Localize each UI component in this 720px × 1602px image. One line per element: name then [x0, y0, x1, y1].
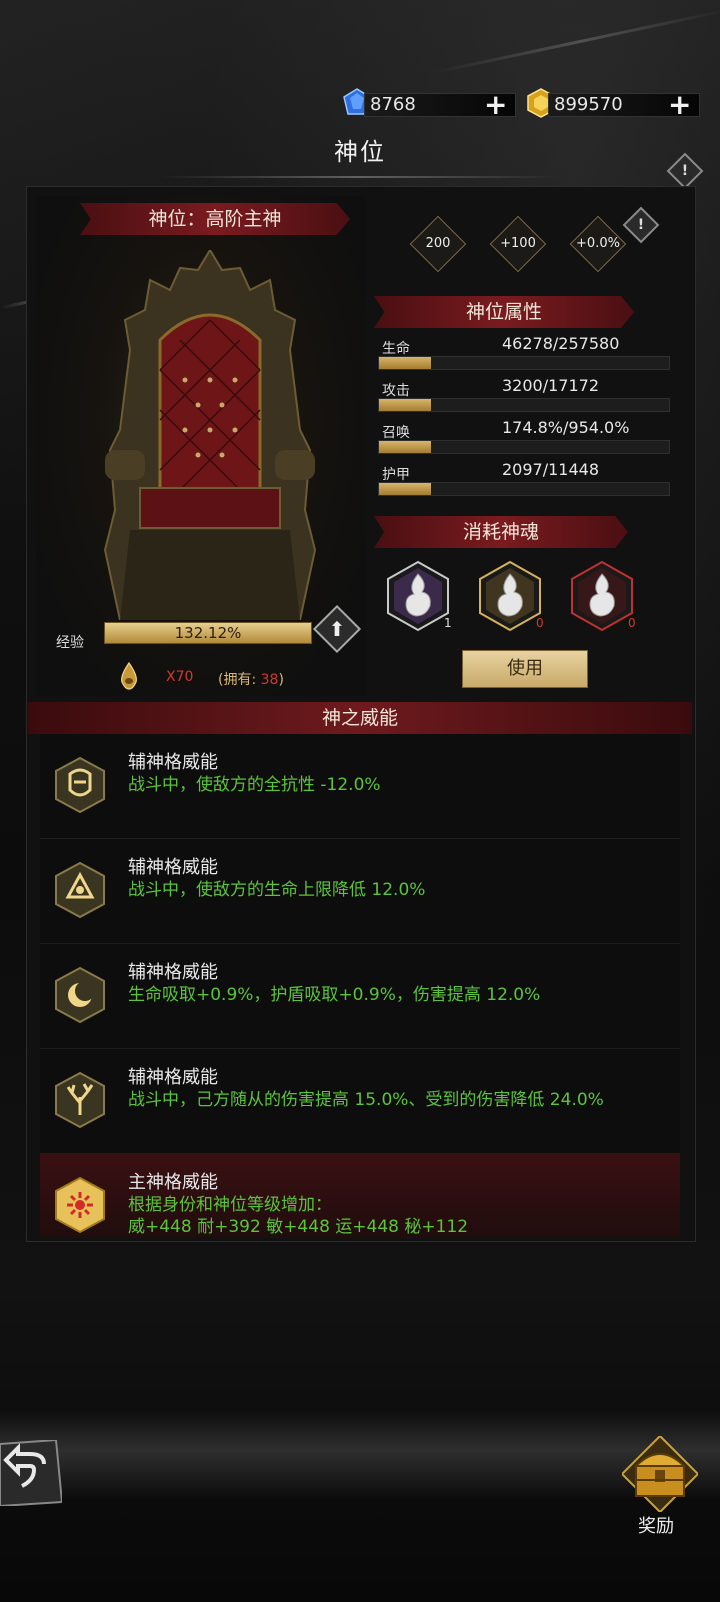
power-description: 战斗中，使敌方的生命上限降低 12.0%	[128, 880, 426, 900]
page-title: 神位	[334, 138, 386, 166]
power-description: 根据身份和神位等级增加： 威+448 耐+392 敏+448 运+448 秘+1…	[128, 1195, 469, 1237]
powers-list[interactable]: 辅神格威能 战斗中，使敌方的全抗性 -12.0% 辅神格威能 战斗中，使敌方的生…	[28, 734, 692, 1238]
power-title: 辅神格威能	[128, 752, 218, 773]
exp-label: 经验	[56, 635, 84, 651]
info-icon: !	[637, 217, 645, 233]
attribute-value: 174.8%/954.0%	[502, 418, 630, 437]
treasure-chest-icon	[633, 1453, 687, 1497]
power-description: 生命吸取+0.9%，护盾吸取+0.9%，伤害提高 12.0%	[128, 985, 541, 1005]
power-row: 辅神格威能 战斗中，己方随从的伤害提高 15.0%、受到的伤害降低 24.0%	[40, 1049, 680, 1154]
attribute-bar	[378, 356, 670, 370]
reward-label: 奖励	[638, 1516, 674, 1537]
power-description: 战斗中，己方随从的伤害提高 15.0%、受到的伤害降低 24.0%	[128, 1090, 604, 1110]
power-row: 辅神格威能 战斗中，使敌方的生命上限降低 12.0%	[40, 839, 680, 944]
attribute-fill	[379, 483, 432, 495]
reward-button[interactable]	[622, 1436, 698, 1512]
ground-decoration	[0, 1410, 720, 1500]
bonus-value: +0.0%	[576, 236, 620, 251]
throne-image	[103, 250, 317, 620]
owned-value: 38	[260, 672, 279, 688]
tree-icon	[55, 1071, 105, 1129]
soul-flame-icon	[571, 560, 633, 632]
powers-header: 神之威能	[321, 707, 398, 729]
soul-count: 1	[444, 616, 452, 630]
up-arrow-icon: ⬆	[328, 617, 346, 641]
power-title: 主神格威能	[128, 1172, 218, 1193]
exp-percent: 132.12%	[174, 624, 242, 642]
back-button[interactable]	[0, 1440, 62, 1506]
power-row: 辅神格威能 生命吸取+0.9%，护盾吸取+0.9%，伤害提高 12.0%	[40, 944, 680, 1049]
soul-slot[interactable]	[478, 560, 542, 632]
attribute-value: 3200/17172	[502, 376, 600, 395]
power-title: 辅神格威能	[128, 857, 218, 878]
gold-currency: 899570 +	[522, 88, 706, 121]
rank-label: 神位：高阶主神	[148, 208, 282, 230]
attribute-value: 2097/11448	[502, 460, 600, 479]
attribute-bar	[378, 398, 670, 412]
info-icon: !	[681, 163, 689, 179]
soul-slot[interactable]	[570, 560, 634, 632]
use-button[interactable]: 使用	[462, 650, 588, 688]
soul-flame-icon	[387, 560, 449, 632]
soul-count: 0	[628, 616, 636, 630]
gem-value: 8768	[370, 94, 416, 115]
crescent-moon-icon	[55, 966, 105, 1024]
add-gold-button[interactable]: +	[668, 88, 691, 121]
attribute-fill	[379, 357, 432, 369]
attributes-ribbon: 神位属性	[374, 296, 634, 328]
triangle-knot-icon	[55, 861, 105, 919]
attributes-header: 神位属性	[465, 301, 542, 323]
soul-count: 0	[536, 616, 544, 630]
cost-amount: X70	[166, 669, 194, 685]
attribute-bar	[378, 440, 670, 454]
powers-header-bar: 神之威能	[28, 702, 692, 734]
rank-ribbon: 神位：高阶主神	[80, 203, 350, 235]
soul-slot[interactable]	[386, 560, 450, 632]
souls-header: 消耗神魂	[462, 521, 539, 543]
bonus-value: +100	[500, 236, 536, 251]
attribute-label: 攻击	[382, 383, 410, 399]
owned-suffix: )	[278, 672, 284, 688]
soul-essence-icon	[121, 662, 137, 690]
gold-value: 899570	[554, 94, 623, 115]
power-row: 辅神格威能 战斗中，使敌方的全抗性 -12.0%	[40, 734, 680, 839]
attribute-label: 生命	[382, 341, 410, 357]
power-title: 辅神格威能	[128, 1067, 218, 1088]
gem-currency: 8768 +	[338, 88, 522, 121]
title-divider	[160, 176, 560, 178]
exp-progress-bar: 132.12%	[104, 622, 312, 644]
attribute-fill	[379, 399, 432, 411]
sun-flower-icon	[55, 1176, 105, 1234]
owned-count: (拥有: 38)	[218, 669, 284, 689]
attribute-fill	[379, 441, 432, 453]
main-power-row: 主神格威能 根据身份和神位等级增加： 威+448 耐+392 敏+448 运+4…	[40, 1154, 680, 1238]
bonus-value: 200	[425, 236, 451, 251]
attribute-label: 召唤	[382, 425, 410, 441]
add-gem-button[interactable]: +	[484, 88, 507, 121]
owned-prefix: (拥有:	[218, 672, 261, 688]
power-title: 辅神格威能	[128, 962, 218, 983]
attribute-label: 护甲	[382, 467, 410, 483]
souls-ribbon: 消耗神魂	[374, 516, 628, 548]
use-button-label: 使用	[507, 658, 543, 679]
shield-mask-icon	[55, 756, 105, 814]
soul-flame-icon	[479, 560, 541, 632]
attribute-value: 46278/257580	[502, 334, 620, 353]
power-description: 战斗中，使敌方的全抗性 -12.0%	[128, 775, 381, 795]
attribute-bar	[378, 482, 670, 496]
